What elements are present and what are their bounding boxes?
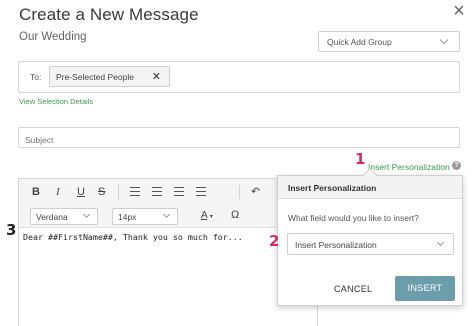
close-glyph: × (453, 0, 465, 22)
align-justify-icon[interactable] (196, 187, 206, 196)
callout-number-3: 3 (6, 221, 17, 239)
align-center-icon[interactable] (152, 187, 162, 196)
message-editor[interactable]: B I U S ↶ Verdana 14px A ▾ Ω Dear ##Firs… (18, 178, 318, 326)
remove-chip-icon[interactable]: ✕ (152, 70, 161, 83)
cancel-button[interactable]: CANCEL (334, 284, 372, 294)
toolbar-divider (118, 185, 119, 199)
insert-personalization-link[interactable]: Insert Personalization (368, 162, 450, 172)
editor-toolbar-fonts: Verdana 14px A ▾ Ω (19, 205, 317, 228)
text-color-dropdown-icon: ▾ (209, 214, 213, 220)
align-left-icon[interactable] (130, 187, 140, 196)
strikethrough-icon[interactable]: S (98, 186, 105, 198)
event-subtitle: Our Wedding (19, 31, 87, 43)
popover-question: What field would you like to insert? (288, 213, 419, 223)
italic-icon[interactable]: I (56, 186, 60, 198)
personalization-select-value: Insert Personalization (295, 240, 377, 250)
chevron-down-icon (436, 238, 445, 247)
insert-personalization-popover: Insert Personalization What field would … (277, 167, 463, 306)
underline-icon[interactable]: U (77, 186, 85, 198)
recipient-chip[interactable]: Pre-Selected People ✕ (49, 66, 170, 87)
font-size-select[interactable]: 14px (112, 208, 178, 225)
personalization-field-select[interactable]: Insert Personalization (287, 233, 454, 255)
undo-icon[interactable]: ↶ (251, 185, 260, 198)
toolbar-divider (239, 185, 240, 199)
text-color-icon[interactable]: A ▾ (201, 210, 213, 221)
recipients-field: To: Pre-Selected People ✕ (18, 61, 460, 93)
insert-button[interactable]: INSERT (395, 276, 455, 301)
editor-body-text: Dear ##FirstName##, Thank you so much fo… (23, 232, 243, 242)
recipient-chip-label: Pre-Selected People (56, 72, 134, 82)
text-color-glyph: A (201, 210, 208, 221)
page-title: Create a New Message (19, 5, 199, 24)
font-family-value: Verdana (36, 212, 68, 222)
chevron-down-icon (162, 210, 171, 219)
special-character-icon[interactable]: Ω (231, 209, 239, 221)
callout-number-1: 1 (355, 150, 366, 168)
align-right-icon[interactable] (174, 187, 184, 196)
font-size-value: 14px (118, 212, 137, 222)
popover-title: Insert Personalization (278, 176, 462, 199)
quick-add-label: Quick Add Group (327, 37, 392, 47)
help-icon[interactable]: ? (452, 161, 461, 170)
chevron-down-icon (82, 210, 91, 219)
close-icon[interactable]: × (449, 0, 469, 22)
bold-icon[interactable]: B (32, 186, 40, 198)
quick-add-group-select[interactable]: Quick Add Group (318, 31, 460, 52)
view-selection-link[interactable]: View Selection Details (19, 97, 93, 106)
callout-number-2: 2 (269, 232, 280, 250)
chevron-down-icon (439, 35, 449, 45)
to-label: To: (30, 72, 42, 82)
font-family-select[interactable]: Verdana (30, 208, 98, 225)
subject-input[interactable] (18, 127, 460, 148)
editor-toolbar-formatting: B I U S ↶ (19, 179, 317, 205)
